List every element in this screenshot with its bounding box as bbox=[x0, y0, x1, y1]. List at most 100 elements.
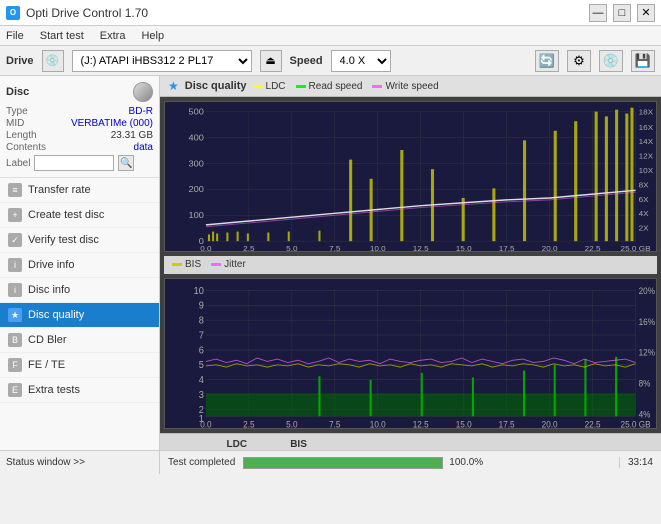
menu-extra[interactable]: Extra bbox=[100, 30, 126, 42]
nav-item-disc-quality[interactable]: ★ Disc quality bbox=[0, 303, 159, 328]
status-window-btn[interactable]: Status window >> bbox=[0, 451, 160, 474]
svg-text:0.0: 0.0 bbox=[200, 419, 212, 428]
svg-text:9: 9 bbox=[199, 300, 204, 312]
svg-text:10.0: 10.0 bbox=[370, 244, 387, 252]
settings-button[interactable]: ⚙ bbox=[567, 50, 591, 72]
nav-icon-disc-quality: ★ bbox=[8, 308, 22, 322]
svg-text:200: 200 bbox=[189, 184, 204, 194]
save-button[interactable]: 💾 bbox=[631, 50, 655, 72]
legend-jitter-dot bbox=[211, 263, 221, 266]
svg-text:7.5: 7.5 bbox=[329, 244, 341, 252]
svg-text:17.5: 17.5 bbox=[499, 419, 515, 428]
disc-type-value: BD-R bbox=[129, 106, 153, 117]
svg-text:15.0: 15.0 bbox=[456, 419, 472, 428]
menu-help[interactable]: Help bbox=[141, 30, 164, 42]
nav-label-create-test-disc: Create test disc bbox=[28, 209, 104, 221]
svg-text:10: 10 bbox=[194, 285, 205, 297]
svg-text:20.0: 20.0 bbox=[542, 419, 558, 428]
svg-text:7.5: 7.5 bbox=[329, 419, 341, 428]
nav-label-fe-te: FE / TE bbox=[28, 359, 65, 371]
legend-readspeed: Read speed bbox=[296, 81, 363, 92]
nav-label-cd-bler: CD Bler bbox=[28, 334, 67, 346]
menu-bar: File Start test Extra Help bbox=[0, 26, 661, 46]
nav-item-create-test-disc[interactable]: +Create test disc bbox=[0, 203, 159, 228]
nav-label-verify-test-disc: Verify test disc bbox=[28, 234, 99, 246]
nav-item-drive-info[interactable]: iDrive info bbox=[0, 253, 159, 278]
disc-label-btn[interactable]: 🔍 bbox=[118, 155, 134, 171]
svg-text:5.0: 5.0 bbox=[286, 419, 298, 428]
drive-label: Drive bbox=[6, 55, 34, 67]
legend-bis-label: BIS bbox=[185, 259, 201, 270]
minimize-button[interactable]: — bbox=[589, 4, 607, 22]
svg-text:12.5: 12.5 bbox=[413, 244, 430, 252]
legend-writespeed: Write speed bbox=[372, 81, 438, 92]
jitter-section: ✓ Jitter Avg 11.4% Max 14.4% bbox=[336, 438, 456, 450]
status-bar: Status window >> Test completed 100.0% 3… bbox=[0, 450, 661, 474]
refresh-button[interactable]: 🔄 bbox=[535, 50, 559, 72]
app-icon: O bbox=[6, 6, 20, 20]
svg-text:22.5: 22.5 bbox=[585, 419, 601, 428]
speed-select[interactable]: 4.0 X bbox=[331, 50, 391, 72]
close-button[interactable]: ✕ bbox=[637, 4, 655, 22]
nav-icon-fe-te: F bbox=[8, 358, 22, 372]
disc-contents-label: Contents bbox=[6, 142, 46, 153]
disc-label-input[interactable] bbox=[34, 155, 114, 171]
nav-label-transfer-rate: Transfer rate bbox=[28, 184, 91, 196]
chart2-svg: 10 9 8 7 6 5 4 3 2 1 20% 16% bbox=[165, 279, 656, 428]
disc-type-label: Type bbox=[6, 106, 28, 117]
nav-icon-extra-tests: E bbox=[8, 383, 22, 397]
eject-button[interactable]: ⏏ bbox=[260, 50, 282, 72]
nav-icon-cd-bler: B bbox=[8, 333, 22, 347]
menu-start-test[interactable]: Start test bbox=[40, 30, 84, 42]
svg-text:8X: 8X bbox=[639, 181, 650, 190]
svg-text:10X: 10X bbox=[639, 166, 654, 175]
drive-bar: Drive 💿 (J:) ATAPI iHBS312 2 PL17 ⏏ Spee… bbox=[0, 46, 661, 76]
chart1-legend: LDC Read speed Write speed bbox=[253, 81, 439, 92]
legend-jitter-label: Jitter bbox=[224, 259, 246, 270]
drive-select[interactable]: (J:) ATAPI iHBS312 2 PL17 bbox=[72, 50, 252, 72]
nav-label-disc-info: Disc info bbox=[28, 284, 70, 296]
svg-text:2.5: 2.5 bbox=[243, 419, 255, 428]
legend-bis: BIS bbox=[172, 259, 201, 270]
menu-file[interactable]: File bbox=[6, 30, 24, 42]
svg-text:4: 4 bbox=[199, 374, 205, 386]
chart2-wrapper: 10 9 8 7 6 5 4 3 2 1 20% 16% bbox=[164, 278, 657, 429]
nav-icon-drive-info: i bbox=[8, 258, 22, 272]
nav-icon-disc-info: i bbox=[8, 283, 22, 297]
disc-icon bbox=[133, 82, 153, 102]
nav-item-cd-bler[interactable]: B CD Bler bbox=[0, 328, 159, 353]
nav-label-disc-quality: Disc quality bbox=[28, 309, 84, 321]
title-bar-left: O Opti Drive Control 1.70 bbox=[6, 6, 148, 20]
svg-text:16X: 16X bbox=[639, 123, 654, 132]
svg-text:400: 400 bbox=[189, 133, 204, 143]
nav-item-fe-te[interactable]: F FE / TE bbox=[0, 353, 159, 378]
disc-mid-value: VERBATIMe (000) bbox=[71, 118, 153, 129]
svg-text:25.0 GB: 25.0 GB bbox=[621, 419, 651, 428]
disc-mid-label: MID bbox=[6, 118, 24, 129]
svg-text:20.0: 20.0 bbox=[542, 244, 559, 252]
title-bar: O Opti Drive Control 1.70 — □ ✕ bbox=[0, 0, 661, 26]
content-title: Disc quality bbox=[185, 80, 247, 92]
stats-table-section: LDC BIS Avg 6.50 0.11 Max 467 bbox=[166, 438, 326, 450]
drive-icon-btn[interactable]: 💿 bbox=[42, 50, 64, 72]
nav-item-verify-test-disc[interactable]: ✓Verify test disc bbox=[0, 228, 159, 253]
progress-bar-fill bbox=[244, 458, 442, 468]
col-bis: BIS bbox=[271, 438, 326, 450]
svg-text:5.0: 5.0 bbox=[286, 244, 298, 252]
window-controls: — □ ✕ bbox=[589, 4, 655, 22]
chart1-svg: 500 400 300 200 100 0 18X 16X 14X 12X 10… bbox=[165, 102, 656, 251]
nav-item-disc-info[interactable]: i Disc info bbox=[0, 278, 159, 303]
maximize-button[interactable]: □ bbox=[613, 4, 631, 22]
svg-text:8%: 8% bbox=[639, 378, 651, 389]
disc-button[interactable]: 💿 bbox=[599, 50, 623, 72]
nav-item-transfer-rate[interactable]: ≡Transfer rate bbox=[0, 178, 159, 203]
progress-percent: 100.0% bbox=[449, 457, 483, 468]
svg-text:6X: 6X bbox=[639, 195, 650, 204]
stats-area: LDC BIS Avg 6.50 0.11 Max 467 bbox=[160, 433, 661, 450]
chart2-legend: BIS Jitter bbox=[164, 256, 657, 274]
content-area: ★ Disc quality LDC Read speed Write spee… bbox=[160, 76, 661, 450]
svg-text:14X: 14X bbox=[639, 137, 654, 146]
chart-container: 500 400 300 200 100 0 18X 16X 14X 12X 10… bbox=[160, 97, 661, 433]
nav-item-extra-tests[interactable]: EExtra tests bbox=[0, 378, 159, 403]
svg-text:17.5: 17.5 bbox=[499, 244, 516, 252]
